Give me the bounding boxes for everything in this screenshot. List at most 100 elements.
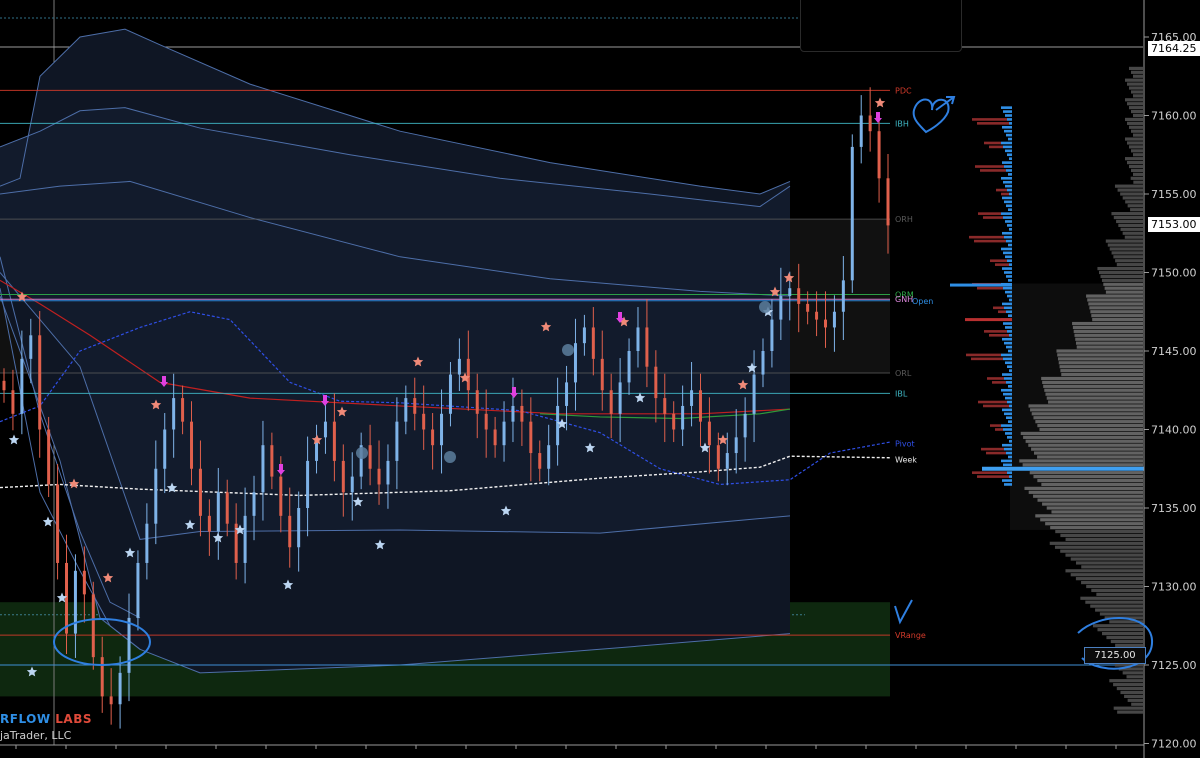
profile-bar <box>1129 86 1143 90</box>
profile-bar <box>1127 204 1143 208</box>
profile-bar <box>1101 278 1143 282</box>
candle-body <box>627 351 631 383</box>
delta-bar-blue <box>1007 400 1012 404</box>
copyright-text: jaTrader, LLC <box>0 729 72 742</box>
delta-bar-red <box>989 334 1009 337</box>
candle-body <box>457 358 461 375</box>
axis-tick-label: 7145.00 <box>1151 345 1197 358</box>
candle-body <box>136 562 140 618</box>
profile-bar <box>1101 632 1143 636</box>
candle-body <box>100 657 104 697</box>
profile-bar <box>1127 161 1143 165</box>
profile-bar <box>1133 133 1143 137</box>
delta-bar-red <box>978 400 1007 404</box>
poc-line <box>982 466 1145 471</box>
delta-bar-blue <box>1003 110 1012 113</box>
profile-bar <box>1092 624 1143 628</box>
delta-bar-blue <box>1001 212 1012 215</box>
profile-bar <box>1113 215 1143 220</box>
delta-bar-red <box>974 239 1006 243</box>
profile-bar <box>1129 145 1143 149</box>
delta-bar-blue <box>1008 173 1012 176</box>
profile-bar <box>1131 149 1143 153</box>
profile-bar <box>1111 251 1143 255</box>
candle-body <box>815 311 819 320</box>
candle-body <box>20 358 24 414</box>
profile-bar <box>1116 263 1143 267</box>
level-label-ibh: IBH <box>895 119 909 128</box>
profile-bar <box>1091 588 1143 593</box>
axis-tick-label: 7140.00 <box>1151 424 1197 437</box>
candle-body <box>341 460 345 493</box>
candle-body <box>216 492 220 532</box>
candle-body <box>716 445 720 469</box>
level-label-ibl: IBL <box>895 389 908 398</box>
profile-bar <box>1085 600 1143 604</box>
candle-body <box>225 492 229 524</box>
candle-body <box>386 460 390 485</box>
delta-bar-blue <box>1008 137 1012 141</box>
profile-bar <box>1127 141 1143 145</box>
delta-bar-blue <box>1004 165 1012 168</box>
axis-tick-label: 7135.00 <box>1151 502 1197 515</box>
axis-tick-label: 7130.00 <box>1151 581 1197 594</box>
delta-bar-red <box>972 118 1007 121</box>
candle-body <box>663 398 667 414</box>
delta-bar-red <box>990 424 1001 427</box>
candle-body <box>779 296 783 320</box>
delta-bar-blue <box>1001 459 1012 463</box>
candle-body <box>38 335 42 430</box>
candle-body <box>511 405 515 422</box>
profile-bar <box>1065 569 1143 573</box>
delta-bar-blue <box>1003 216 1012 219</box>
candle-body <box>413 398 417 414</box>
brand-part2: LABS <box>50 712 92 726</box>
delta-bar-blue <box>1003 286 1012 290</box>
delta-bar-blue <box>1006 239 1012 243</box>
profile-bar <box>1127 121 1143 125</box>
profile-bar <box>1070 557 1143 561</box>
profile-bar <box>1133 172 1143 176</box>
delta-bar-red <box>969 235 1004 239</box>
delta-bar-blue <box>1007 436 1012 439</box>
candle-body <box>832 311 836 328</box>
profile-bar <box>1118 223 1143 227</box>
candle-body <box>868 115 872 132</box>
profile-bar <box>1131 70 1143 74</box>
candle-body <box>306 460 310 508</box>
profile-bar <box>1096 592 1143 596</box>
profile-bar <box>1080 596 1143 600</box>
delta-bar-red <box>992 381 1006 384</box>
candle-body <box>163 429 167 469</box>
profile-bar <box>1125 200 1143 204</box>
price-chart[interactable]: PDCIBHORHORMGNHOpenORLIBLPivotWeekVRange… <box>0 0 1200 758</box>
profile-bar <box>1055 529 1143 534</box>
candle-body <box>600 358 604 391</box>
delta-bar-blue <box>1002 408 1012 412</box>
buy-star-icon <box>42 516 54 527</box>
profile-bar <box>1131 90 1143 94</box>
delta-bar-blue <box>1002 337 1012 341</box>
candle-body <box>297 508 301 548</box>
level-label-open: Open <box>912 297 933 306</box>
circle-marker <box>562 344 574 356</box>
delta-bar-blue <box>1009 192 1012 196</box>
profile-bar <box>1125 78 1143 82</box>
profile-bar <box>1081 565 1143 569</box>
level-label-vrange: VRange <box>895 631 926 640</box>
delta-bar-blue <box>1006 381 1012 384</box>
candle-body <box>91 594 95 658</box>
delta-bar-blue <box>1001 353 1012 357</box>
delta-bar-blue <box>1008 243 1012 247</box>
candle-body <box>47 429 51 485</box>
delta-bar-red <box>998 310 1006 314</box>
candle-body <box>243 515 247 563</box>
delta-bar-blue <box>1006 275 1012 278</box>
delta-bar-blue <box>1009 157 1012 160</box>
delta-bar-blue <box>1004 341 1012 345</box>
profile-bar <box>1086 584 1143 589</box>
delta-bar-blue <box>1005 255 1012 259</box>
delta-bar-blue <box>1009 263 1012 266</box>
delta-bar-blue <box>1007 294 1012 298</box>
profile-bar <box>1110 639 1143 644</box>
